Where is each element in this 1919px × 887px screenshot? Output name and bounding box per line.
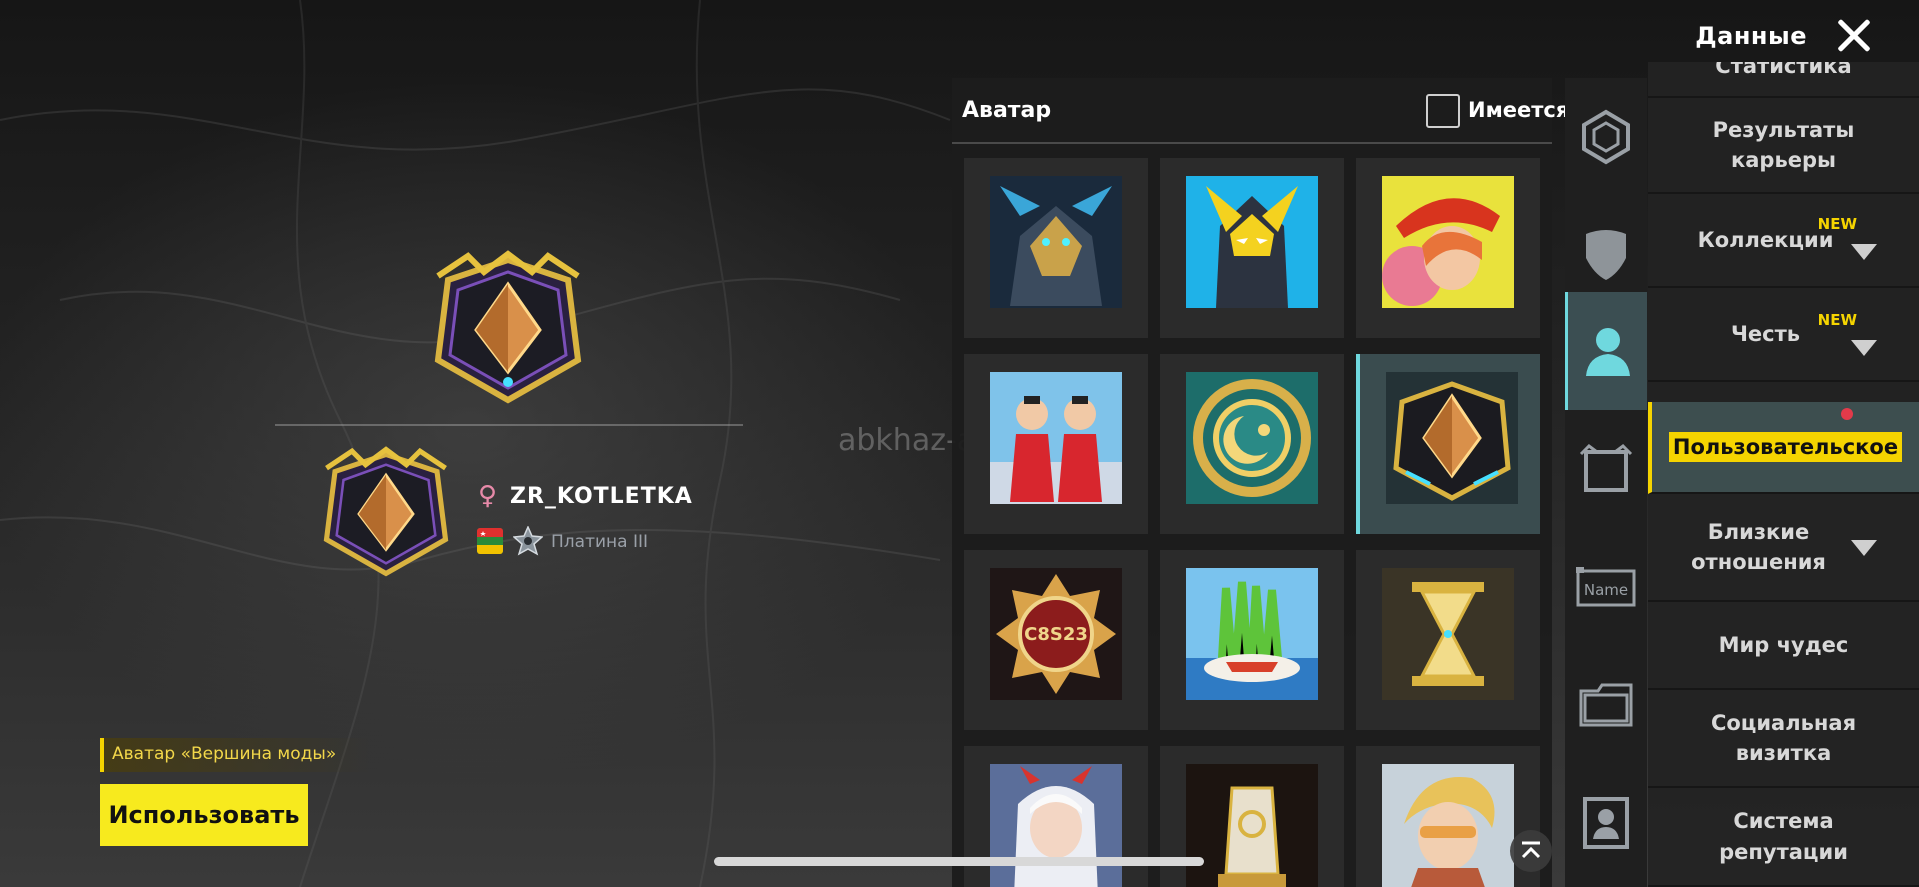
menu-item-relationships[interactable]: Близкие отношения [1648,494,1919,602]
avatar-preview-small [323,446,449,577]
avatar-armored-dragon[interactable] [964,158,1148,338]
person-icon [1585,328,1630,376]
right-menu: Статистика Результаты карьеры Коллекции … [1648,62,1919,887]
avatar-fashion-peak-badge-image [1386,372,1518,504]
close-icon[interactable] [1831,14,1875,58]
avatar-red-hat-girl-image [1382,176,1514,308]
menu-item-label: Результаты карьеры [1712,117,1855,172]
player-name: ZR_KOTLETKA [510,484,693,509]
scroll-to-top-button[interactable] [1510,830,1552,872]
avatar-red-hat-girl[interactable] [1356,158,1540,338]
avatar-c8s23-emblem-image: C8S23 [990,568,1122,700]
menu-item-honor[interactable]: Честь NEW [1648,288,1919,382]
menu-item-social-card[interactable]: Социальная визитка [1648,690,1919,788]
category-rail: Name [1565,78,1647,887]
menu-item-label: Честь [1730,321,1801,346]
selected-item-caption: Аватар «Вершина моды» [100,738,370,772]
square-frame-icon [1579,444,1633,492]
avatar-white-hair-girl-image [990,764,1122,887]
menu-item-label: Близкие отношения [1691,519,1826,574]
female-icon: ♀ [478,481,498,511]
id-card-icon [1583,797,1629,849]
avatar-armored-dragon-image [990,176,1122,308]
grid-header: Аватар Имеется [952,78,1569,144]
header: Данные [1695,14,1875,58]
chevron-down-icon[interactable] [1851,244,1877,260]
menu-item-label: Статистика [1715,62,1852,78]
use-button[interactable]: Использовать [100,784,308,846]
rail-square-frame[interactable] [1565,410,1647,528]
avatar-blond-sunglasses-man[interactable] [1356,746,1540,887]
avatar-yellow-mask-hero-image [1186,176,1318,308]
chevron-up-icon [1521,841,1541,859]
rail-name-tag[interactable]: Name [1565,528,1647,646]
avatar-blond-sunglasses-man-image [1382,764,1514,887]
menu-item-wonder-world[interactable]: Мир чудес [1648,602,1919,690]
folder-icon [1579,683,1633,727]
rank-platinum-icon [512,525,544,556]
menu-item-collections[interactable]: Коллекции NEW [1648,194,1919,288]
avatar-fashion-peak-badge[interactable] [1356,354,1540,534]
avatar-c8s23-emblem[interactable]: C8S23 [964,550,1148,730]
svg-text:C8S23: C8S23 [1024,624,1088,645]
avatar-golden-hourglass-image [1382,568,1514,700]
avatar-golden-hourglass[interactable] [1356,550,1540,730]
name-tag-text: Name [1584,581,1628,599]
menu-item-label: Пользовательское [1668,431,1903,463]
menu-item-reputation-system[interactable]: Система репутации [1648,788,1919,887]
frame-icon [1582,109,1630,165]
avatar-red-duo-image [990,372,1122,504]
menu-item-custom[interactable]: Пользовательское [1648,402,1919,494]
menu-item-label: Социальная визитка [1710,710,1857,765]
avatar-red-duo[interactable] [964,354,1148,534]
notification-dot [1841,408,1853,420]
menu-item-label: Система репутации [1719,809,1848,864]
name-tag-icon: Name [1576,567,1636,607]
chevron-down-icon[interactable] [1851,340,1877,356]
avatar-golden-moon-emblem-image [1186,372,1318,504]
rail-id-card[interactable] [1565,764,1647,882]
rank-label: Платина III [551,532,648,552]
flag-icon [477,528,503,554]
avatar-preview-large [434,250,582,404]
avatar-yellow-mask-hero[interactable] [1160,158,1344,338]
avatar-grass-tray[interactable] [1160,550,1344,730]
grid-title: Аватар [962,98,1052,123]
page-title: Данные [1695,22,1807,50]
avatar-anniversary-trophy-image [1186,764,1318,887]
chevron-down-icon[interactable] [1851,540,1877,556]
home-indicator [714,857,1204,866]
menu-item-label: Коллекции [1697,227,1834,252]
owned-filter-checkbox[interactable] [1426,94,1460,128]
menu-item-label: Мир чудес [1718,632,1849,657]
owned-filter-label: Имеется [1468,98,1570,122]
rail-avatar[interactable] [1565,292,1647,410]
shield-icon [1586,230,1626,280]
menu-item-career-results[interactable]: Результаты карьеры [1648,98,1919,194]
preview-divider [275,424,743,426]
new-badge: NEW [1817,311,1857,329]
avatar-golden-moon-emblem[interactable] [1160,354,1344,534]
avatar-grass-tray-image [1186,568,1318,700]
avatar-grid-panel: Аватар Имеется C8S23 [952,78,1569,887]
menu-item-statistics[interactable]: Статистика [1648,62,1919,98]
rail-frame[interactable] [1565,78,1647,196]
new-badge: NEW [1817,215,1857,233]
rail-folder[interactable] [1565,646,1647,764]
